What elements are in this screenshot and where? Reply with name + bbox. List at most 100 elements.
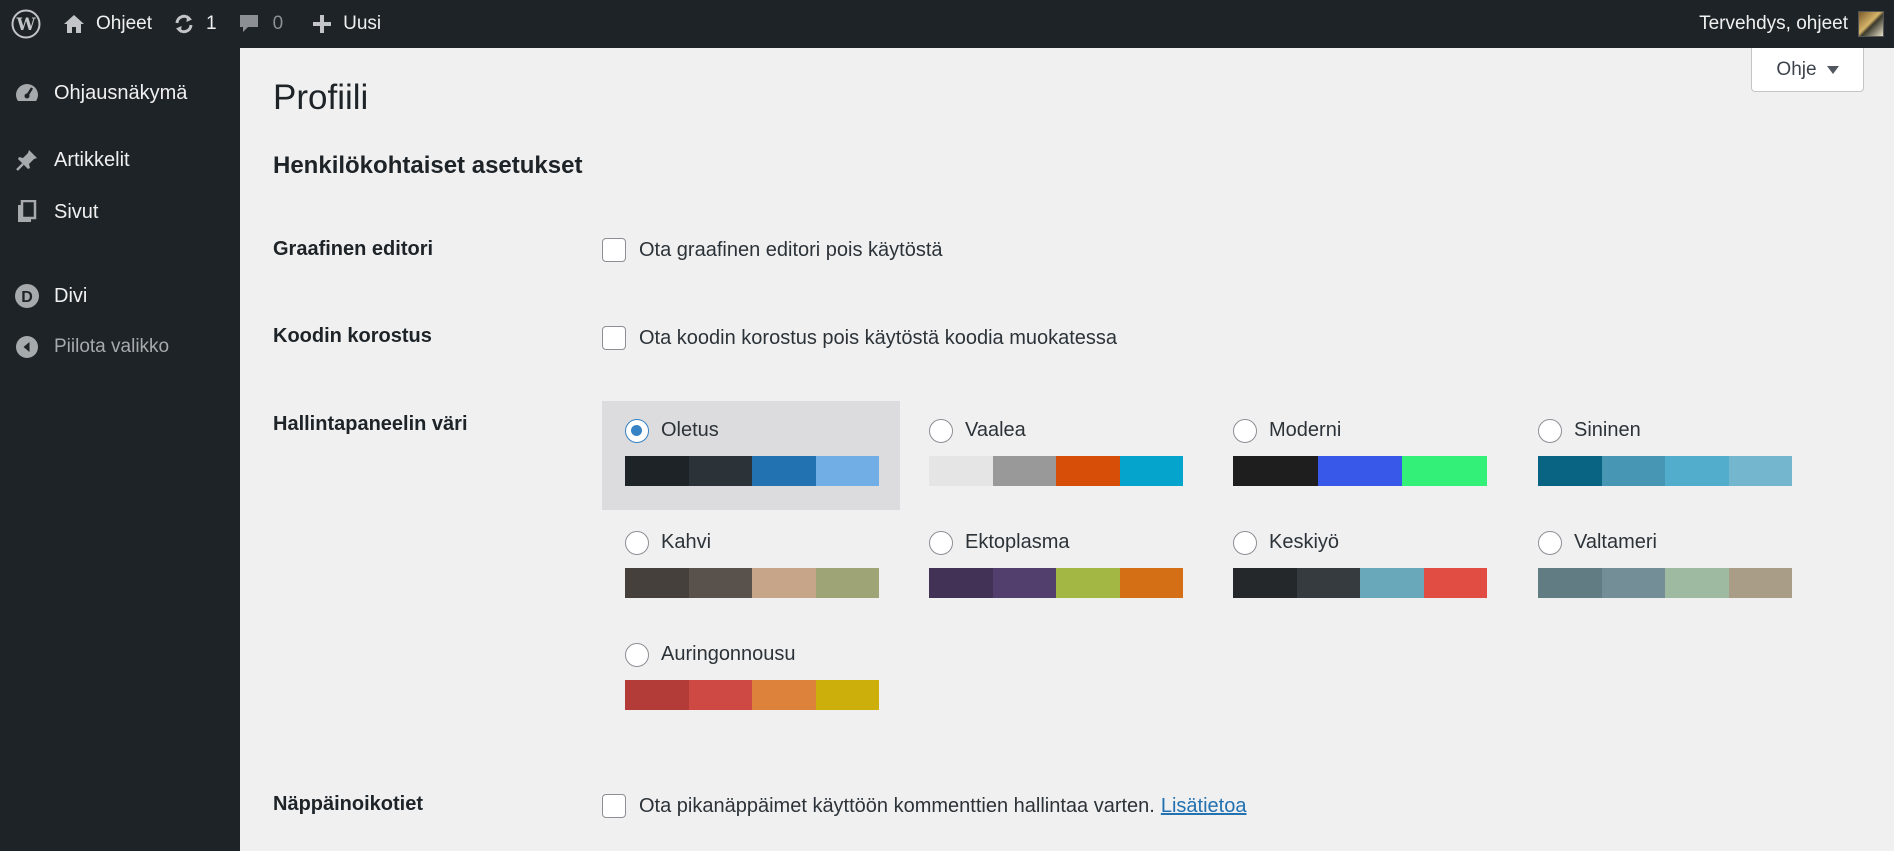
color-swatch: [815, 680, 879, 710]
syntax-highlight-checkbox-label[interactable]: Ota koodin korostus pois käytöstä koodia…: [639, 327, 1117, 350]
collapse-menu-button[interactable]: Piilota valikko: [0, 322, 240, 372]
section-title: Henkilökohtaiset asetukset: [273, 152, 583, 179]
syntax-highlight-label: Koodin korostus: [273, 325, 432, 347]
color-scheme-option[interactable]: Ektoplasma: [906, 513, 1204, 622]
color-scheme-name: Kahvi: [661, 531, 712, 553]
color-swatch: [752, 568, 816, 598]
color-scheme-option[interactable]: Vaalea: [906, 401, 1204, 510]
updates-link[interactable]: 1: [162, 0, 227, 48]
color-swatch: [929, 568, 993, 598]
color-swatches: [929, 456, 1183, 486]
color-swatch: [1538, 568, 1602, 598]
color-scheme-option[interactable]: Auringonnousu: [602, 625, 900, 734]
color-swatches: [625, 680, 879, 710]
color-swatches: [929, 568, 1183, 598]
sidebar-item-divi[interactable]: D Divi: [0, 271, 240, 321]
color-scheme-radio[interactable]: [929, 531, 953, 555]
color-scheme-name: Ektoplasma: [965, 531, 1070, 553]
color-swatch: [1119, 456, 1183, 486]
color-scheme-option[interactable]: Keskiyö: [1210, 513, 1508, 622]
my-account-link[interactable]: Tervehdys, ohjeet: [1699, 0, 1884, 48]
color-scheme-option[interactable]: Kahvi: [602, 513, 900, 622]
color-swatch: [1119, 568, 1183, 598]
svg-text:W: W: [15, 15, 36, 35]
sidebar-item-pages[interactable]: Sivut: [0, 187, 240, 237]
plus-icon: [313, 15, 332, 33]
color-scheme-radio[interactable]: [929, 419, 953, 443]
color-scheme-option[interactable]: Oletus: [602, 401, 900, 510]
color-swatch: [688, 568, 752, 598]
help-label: Ohje: [1776, 58, 1817, 80]
color-swatch: [1423, 568, 1487, 598]
site-name: Ohjeet: [96, 13, 152, 34]
color-swatch: [688, 456, 752, 486]
color-swatch: [1538, 456, 1602, 486]
color-swatch: [625, 456, 689, 486]
syntax-highlight-option: Ota koodin korostus pois käytöstä koodia…: [602, 326, 1117, 350]
color-scheme-option[interactable]: Valtameri: [1515, 513, 1813, 622]
color-swatches: [625, 456, 879, 486]
color-scheme-radio[interactable]: [625, 531, 649, 555]
syntax-highlight-checkbox[interactable]: [602, 326, 626, 350]
main-content: Ohje Profiili Henkilökohtaiset asetukset…: [240, 48, 1894, 851]
color-swatch: [1360, 568, 1424, 598]
color-scheme-radio[interactable]: [625, 643, 649, 667]
comment-bubble-icon: [239, 15, 258, 32]
admin-color-label: Hallintapaneelin väri: [273, 413, 468, 435]
color-scheme-radio[interactable]: [625, 419, 649, 443]
color-swatch: [688, 680, 752, 710]
color-scheme-name: Vaalea: [965, 419, 1026, 441]
color-scheme-option[interactable]: Sininen: [1515, 401, 1813, 510]
color-swatch: [625, 680, 689, 710]
color-swatch: [1056, 456, 1120, 486]
wordpress-logo-icon[interactable]: W: [0, 0, 52, 48]
color-swatch: [752, 456, 816, 486]
color-scheme-radio[interactable]: [1538, 419, 1562, 443]
color-swatch: [1665, 568, 1729, 598]
new-content-link[interactable]: Uusi: [301, 0, 391, 48]
collapse-icon: [14, 334, 40, 360]
color-swatch: [815, 456, 879, 486]
help-button[interactable]: Ohje: [1751, 48, 1864, 92]
avatar: [1858, 11, 1884, 37]
color-swatch: [1601, 456, 1665, 486]
sidebar-item-dashboard[interactable]: Ohjausnäkymä: [0, 68, 240, 118]
color-swatch: [992, 456, 1056, 486]
pin-icon: [14, 147, 40, 173]
color-swatch: [929, 456, 993, 486]
color-scheme-name: Valtameri: [1574, 531, 1657, 553]
color-scheme-radio[interactable]: [1233, 531, 1257, 555]
admin-bar: W Ohjeet 1 0 Uusi Tervehdys, ohjeet: [0, 0, 1894, 48]
color-swatch: [992, 568, 1056, 598]
comments-link[interactable]: 0: [227, 0, 294, 48]
sidebar-item-posts[interactable]: Artikkelit: [0, 135, 240, 185]
color-swatch: [1233, 456, 1318, 486]
triangle-down-icon: [1826, 65, 1839, 74]
sidebar-item-label: Artikkelit: [54, 148, 130, 171]
page-title: Profiili: [273, 78, 369, 117]
admin-sidebar-menu: Ohjausnäkymä Artikkelit Sivut D Divi Pii…: [0, 48, 240, 851]
color-swatches: [1538, 456, 1792, 486]
refresh-icon: [175, 14, 193, 34]
site-name-link[interactable]: Ohjeet: [52, 0, 162, 48]
color-swatch: [752, 680, 816, 710]
color-swatches: [1233, 456, 1488, 486]
color-swatch: [1402, 456, 1488, 486]
color-scheme-radio[interactable]: [1233, 419, 1257, 443]
color-swatches: [625, 568, 879, 598]
visual-editor-label: Graafinen editori: [273, 238, 434, 260]
color-scheme-option[interactable]: Moderni: [1210, 401, 1508, 510]
color-scheme-name: Keskiyö: [1269, 531, 1340, 553]
more-info-link[interactable]: Lisätietoa: [1161, 795, 1247, 818]
updates-count: 1: [205, 13, 217, 34]
keyboard-shortcuts-checkbox-label[interactable]: Ota pikanäppäimet käyttöön kommenttien h…: [639, 795, 1155, 818]
color-swatch: [1728, 568, 1792, 598]
visual-editor-option: Ota graafinen editori pois käytöstä: [602, 238, 943, 262]
color-scheme-radio[interactable]: [1538, 531, 1562, 555]
color-scheme-name: Oletus: [661, 419, 719, 441]
keyboard-shortcuts-checkbox[interactable]: [602, 794, 626, 818]
visual-editor-checkbox[interactable]: [602, 238, 626, 262]
visual-editor-checkbox-label[interactable]: Ota graafinen editori pois käytöstä: [639, 239, 943, 262]
new-label: Uusi: [343, 13, 382, 34]
home-icon: [64, 15, 84, 33]
